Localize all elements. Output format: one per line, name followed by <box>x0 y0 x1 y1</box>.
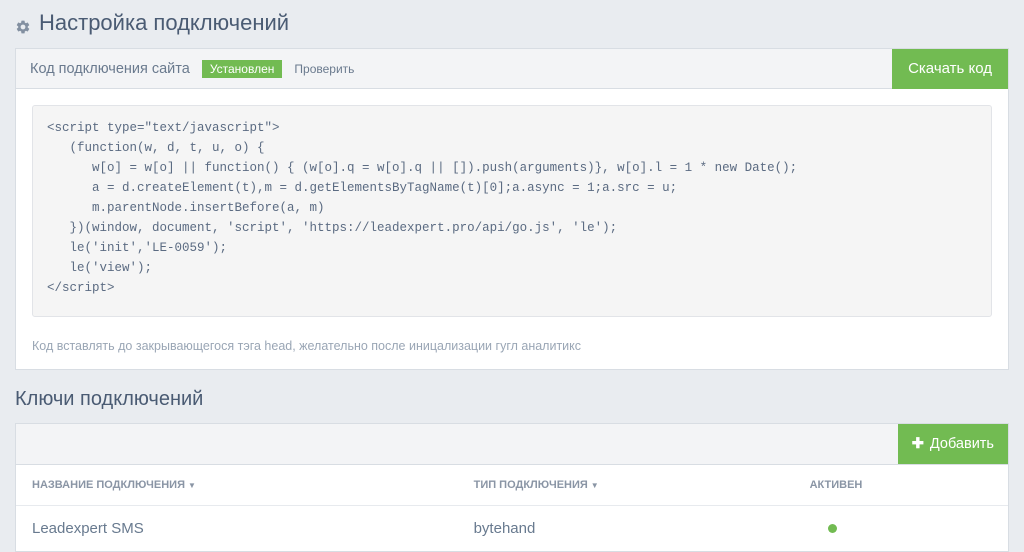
col-header-type-label: ТИП ПОДКЛЮЧЕНИЯ <box>474 479 588 491</box>
active-dot-icon <box>828 524 837 533</box>
keys-table-panel: ✚ Добавить НАЗВАНИЕ ПОДКЛЮЧЕНИЯ ▼ ТИП ПО… <box>15 423 1009 552</box>
status-badge: Установлен <box>202 60 283 78</box>
col-header-name-label: НАЗВАНИЕ ПОДКЛЮЧЕНИЯ <box>32 479 185 491</box>
code-panel-header: Код подключения сайта Установлен Провери… <box>16 49 1008 89</box>
col-header-type[interactable]: ТИП ПОДКЛЮЧЕНИЯ ▼ <box>474 479 810 491</box>
sort-caret-icon: ▼ <box>188 481 196 490</box>
col-header-active-label: АКТИВЕН <box>810 479 863 491</box>
check-link[interactable]: Проверить <box>294 62 354 76</box>
gear-icon <box>15 15 31 31</box>
plus-icon: ✚ <box>912 436 924 452</box>
row-type: bytehand <box>474 520 810 537</box>
add-button[interactable]: ✚ Добавить <box>898 424 1008 464</box>
col-header-name[interactable]: НАЗВАНИЕ ПОДКЛЮЧЕНИЯ ▼ <box>32 479 474 491</box>
row-active <box>810 524 992 533</box>
code-block[interactable]: <script type="text/javascript"> (functio… <box>32 105 992 317</box>
code-panel: Код подключения сайта Установлен Провери… <box>15 48 1009 370</box>
keys-toolbar: ✚ Добавить <box>16 424 1008 465</box>
table-row[interactable]: Leadexpert SMS bytehand <box>16 505 1008 551</box>
add-button-label: Добавить <box>930 436 994 452</box>
page-title: Настройка подключений <box>15 10 1009 36</box>
code-panel-title: Код подключения сайта <box>30 61 190 77</box>
sort-caret-icon: ▼ <box>591 481 599 490</box>
row-name: Leadexpert SMS <box>32 520 474 537</box>
page-title-text: Настройка подключений <box>39 10 289 36</box>
col-header-active: АКТИВЕН <box>810 479 992 491</box>
download-button[interactable]: Скачать код <box>892 49 1008 89</box>
code-note: Код вставлять до закрывающегося тэга hea… <box>16 333 1008 369</box>
table-header: НАЗВАНИЕ ПОДКЛЮЧЕНИЯ ▼ ТИП ПОДКЛЮЧЕНИЯ ▼… <box>16 465 1008 505</box>
keys-section-title: Ключи подключений <box>15 388 1009 411</box>
